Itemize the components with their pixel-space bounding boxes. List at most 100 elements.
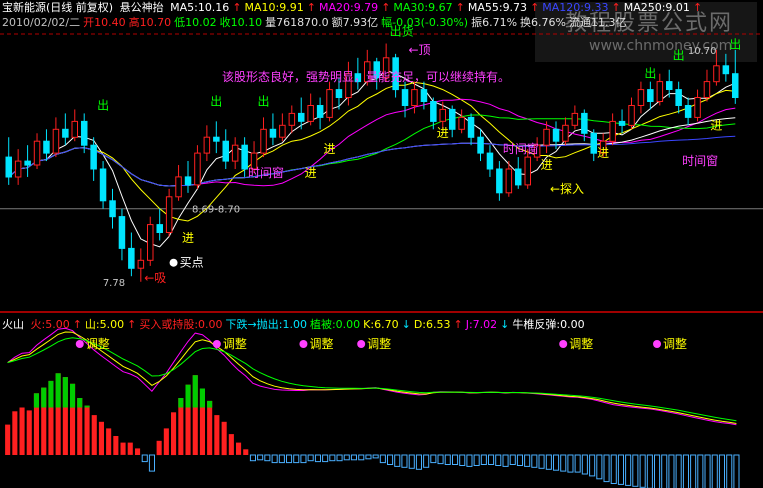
adjust-marker: [357, 340, 366, 348]
volcano-bar-negative: [307, 454, 314, 462]
candle-body: [647, 89, 654, 102]
volcano-bar-negative: [553, 454, 560, 471]
candle-body: [43, 140, 50, 154]
volcano-bar-negative: [538, 454, 545, 469]
volcano-bar-negative: [581, 454, 588, 475]
volcano-bar: [12, 411, 18, 455]
volcano-bar: [228, 434, 234, 455]
signal-label: 时间窗: [503, 142, 539, 156]
volcano-bar-negative: [401, 454, 408, 468]
volcano-bar-negative: [625, 454, 632, 486]
candle-body: [656, 81, 664, 102]
candle-body: [430, 101, 437, 122]
candle-body: [213, 136, 220, 142]
signal-label: 时间窗: [682, 154, 718, 168]
sub-indicator-value: 下跌→抛出:1.00: [225, 318, 307, 331]
candle-body: [128, 247, 135, 269]
sub-trend-arrow: ↓: [500, 318, 510, 331]
volcano-bar-negative: [322, 454, 329, 463]
volcano-bar-top: [178, 398, 184, 408]
volcano-bar: [163, 428, 169, 455]
volcano-bar-negative: [495, 454, 502, 466]
candle-body: [71, 120, 78, 138]
buy-point-dot: [169, 258, 178, 267]
candle-body: [675, 89, 682, 106]
volcano-bar-negative: [488, 454, 495, 465]
signal-label: 出货: [390, 24, 414, 39]
candle-body: [90, 144, 97, 170]
volcano-bar-negative: [415, 454, 422, 470]
signal-label: 进: [182, 231, 194, 245]
price-label: 10.70: [688, 46, 717, 57]
candle-body: [99, 168, 107, 202]
volcano-bar-negative: [293, 454, 300, 464]
sub-trend-arrow: ↑: [127, 318, 137, 331]
candle-body: [590, 132, 597, 154]
volcano-bar-negative: [480, 454, 487, 465]
adjust-label: 调整: [86, 336, 110, 351]
volcano-bar-negative: [704, 454, 711, 488]
candle-body: [260, 128, 267, 154]
volcano-bar: [214, 415, 220, 455]
ma20-line: [8, 98, 736, 187]
volcano-bar-negative: [286, 454, 293, 464]
ma5-line: [8, 69, 736, 248]
sub-indicator-value: J:7.02: [465, 318, 498, 331]
volcano-bar-negative: [718, 454, 726, 488]
signal-label: 出: [729, 37, 741, 51]
candle-body: [165, 196, 173, 234]
volcano-bar-top: [41, 387, 47, 408]
candle-body: [458, 116, 465, 130]
volcano-bar-negative: [646, 454, 653, 488]
candle-body: [203, 136, 211, 154]
volcano-bar-negative: [329, 454, 336, 462]
price-chart: 7.7810.708.69-8.70出出出出出出出货进进进进进进进时间窗时间窗时…: [0, 24, 763, 488]
candle-body: [609, 120, 616, 142]
candle-body: [335, 89, 343, 98]
volcano-bar-negative: [596, 454, 603, 480]
volcano-bar-negative: [314, 454, 321, 463]
sub-trend-arrow: ↑: [72, 318, 82, 331]
ma120-line: [8, 135, 736, 187]
candle-body: [288, 112, 296, 126]
volcano-bar-negative: [300, 454, 307, 464]
volcano-bar-negative: [473, 454, 480, 466]
candle-body: [241, 144, 248, 170]
adjust-label: 调整: [569, 336, 593, 351]
volcano-bar-negative: [350, 454, 357, 461]
volcano-bar-top: [84, 405, 90, 408]
signal-label: 进: [710, 118, 722, 132]
signal-label: ←探入: [550, 182, 584, 196]
volcano-bar: [19, 407, 25, 455]
sub-trend-arrow: ↓: [401, 318, 411, 331]
volcano-bar-negative: [502, 454, 509, 467]
adjust-marker: [559, 340, 568, 348]
candle-body: [194, 152, 201, 186]
volcano-bar-negative: [148, 454, 155, 472]
volcano-bar-negative: [726, 454, 733, 488]
candle-body: [231, 144, 239, 162]
volcano-bar-negative: [444, 454, 451, 465]
candle-body: [222, 140, 229, 162]
volcano-bar-negative: [697, 454, 704, 488]
adjust-label: 调整: [223, 336, 247, 351]
sub-indicator-value: 火:5.00: [30, 318, 70, 331]
buy-point-label: 买点: [180, 256, 204, 270]
signal-label: ←吸: [144, 271, 166, 285]
adjust-marker: [75, 340, 84, 348]
volcano-bar-negative: [516, 454, 524, 466]
sub-indicator-header: 火山 火:5.00 ↑ 山:5.00 ↑ 买入或持股:0.00 下跌→抛出:1.00 植被:…: [2, 318, 588, 331]
candle-body: [420, 89, 428, 102]
candle-body: [618, 120, 626, 126]
volcano-bar: [221, 421, 227, 456]
candle-body: [581, 112, 588, 134]
volcano-bar-negative: [437, 454, 444, 465]
candle-body: [467, 116, 475, 138]
candle-body: [109, 200, 116, 218]
volcano-bar-top: [199, 388, 205, 408]
volcano-bar-negative: [567, 454, 574, 473]
price-label: 7.78: [103, 278, 125, 289]
chart-window: { "colors": {"bg":"#000000","up":"#ff202…: [0, 0, 763, 488]
volcano-bar-negative: [249, 454, 256, 462]
candle-body: [496, 168, 503, 194]
